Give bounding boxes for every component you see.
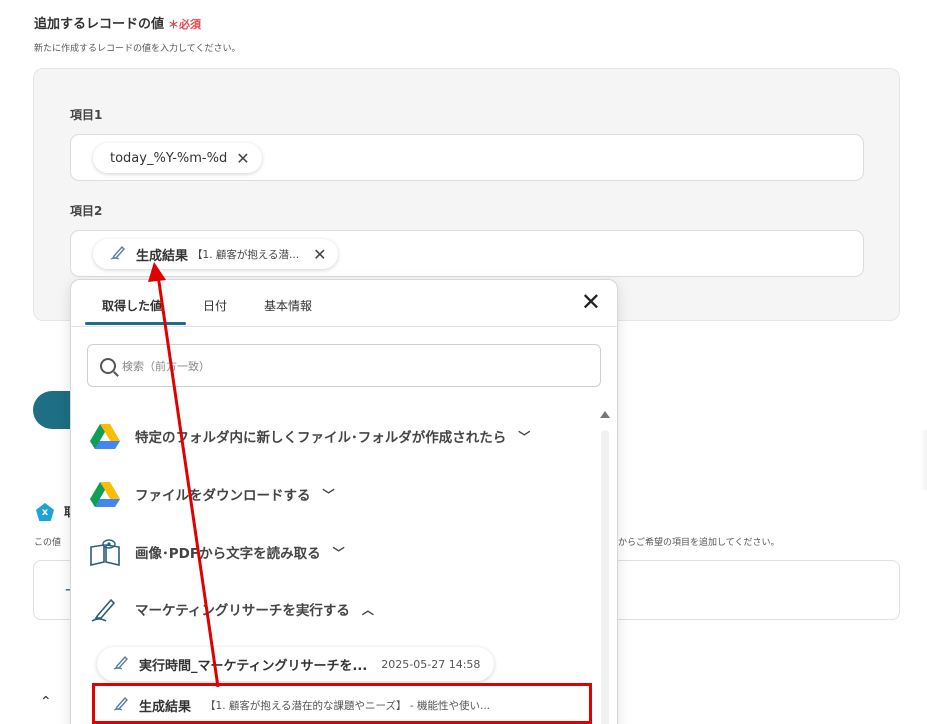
badge-letter: x [41,506,49,518]
search-input[interactable]: 検索（前方一致） [87,344,601,387]
field-2-label: 項目2 [70,204,103,218]
book-ocr-icon [89,537,121,567]
section-label: ファイルをダウンロードする [135,488,311,504]
section-row-marketing-research[interactable]: マーケティングリサーチを実行する ︿ [89,594,374,624]
chevron-up-icon: ︿ [361,602,374,617]
popup-tabs: 取得した値 日付 基本情報 ✕ [71,280,617,327]
field-1-chip-remove-icon[interactable]: ✕ [236,149,249,168]
search-placeholder: 検索（前方一致） [122,359,210,373]
result-chip-execution-time[interactable]: 実行時間_マーケティングリサーチを... 2025-05-27 14:58 [97,647,495,681]
section-row-folder-trigger[interactable]: 特定のフォルダ内に新しくファイル･フォルダが作成されたら ﹀ [89,421,530,451]
edge-shadow [920,430,927,490]
google-drive-icon [89,421,121,451]
search-icon [100,357,116,374]
background-desc-left: この値 [34,538,62,548]
field-1-chip-text: today_%Y-%m-%d [110,150,228,166]
field-1-input[interactable]: today_%Y-%m-%d ✕ [70,134,864,181]
tab-basic-info[interactable]: 基本情報 [264,297,312,314]
section-row-download[interactable]: ファイルをダウンロードする ﹀ [89,479,335,509]
annotation-highlight-box [92,683,592,724]
scroll-up-icon[interactable] [600,411,610,418]
section-label: マーケティングリサーチを実行する [135,603,350,619]
section-title-text: 追加するレコードの値 [34,17,165,32]
field-2-chip-name: 生成結果 [136,248,189,264]
section-row-ocr[interactable]: 画像･PDFから文字を読み取る ﹀ [89,537,345,567]
google-drive-icon [89,479,121,509]
field-1-label: 項目1 [70,108,103,122]
field-1-chip[interactable]: today_%Y-%m-%d ✕ [93,143,262,173]
section-description: 新たに作成するレコードの値を入力してください。 [34,44,241,54]
result-name: 実行時間_マーケティングリサーチを... [139,658,368,674]
background-desc-right: からご希望の項目を追加してください。 [618,538,780,548]
pen-icon [110,244,128,264]
field-2-chip-remove-icon[interactable]: ✕ [313,245,326,264]
pen-icon [113,654,131,674]
tab-acquired-values[interactable]: 取得した値 [102,297,162,314]
chevron-up-icon[interactable]: ⌃ [40,694,52,710]
close-icon[interactable]: ✕ [581,290,601,314]
field-2-input[interactable]: 生成結果 【1. 顧客が抱える潜... ✕ [70,230,864,277]
section-label: 画像･PDFから文字を読み取る [135,546,321,562]
chevron-down-icon: ﹀ [322,487,335,502]
chevron-down-icon: ﹀ [332,545,345,560]
result-value: 2025-05-27 14:58 [381,657,481,671]
chevron-down-icon: ﹀ [518,429,531,444]
value-picker-popup: 取得した値 日付 基本情報 ✕ 検索（前方一致） 特定のフォルダ内に新しくファイ… [70,279,618,724]
section-title: 追加するレコードの値 ＊必須 [34,13,201,32]
required-badge: ＊必須 [168,18,202,31]
section-label: 特定のフォルダ内に新しくファイル･フォルダが作成されたら [135,430,507,446]
tab-date[interactable]: 日付 [203,297,227,314]
field-2-chip-preview: 【1. 顧客が抱える潜... [192,248,300,261]
pen-icon [89,594,121,624]
active-tab-indicator [85,322,186,325]
pentagon-badge-icon: x [36,503,54,521]
scrollbar[interactable] [601,430,609,724]
field-2-chip[interactable]: 生成結果 【1. 顧客が抱える潜... ✕ [93,239,339,269]
